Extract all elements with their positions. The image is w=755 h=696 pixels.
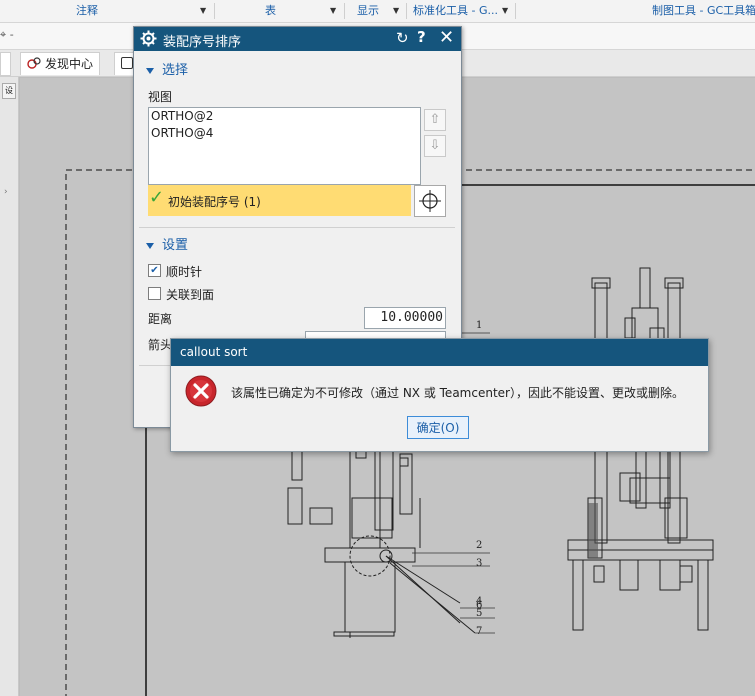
move-down-icon[interactable]: ⇩ (424, 135, 446, 157)
dialog-title: 装配序号排序 (163, 35, 242, 50)
ribbon-divider (344, 3, 345, 19)
collapse-triangle-icon (146, 67, 154, 74)
ribbon-annotation-dropdown-icon[interactable]: ▼ (200, 0, 206, 22)
tab-partial[interactable] (0, 52, 11, 76)
reset-icon[interactable]: ↻ (396, 29, 409, 47)
crosshair-icon (419, 190, 441, 212)
message-title-bar[interactable]: callout sort (171, 339, 708, 366)
ribbon-bar: 注释 ▼ 表 ▼ 显示 ▼ 标准化工具 - G... ▼ 制图工具 - GC工具… (0, 0, 755, 23)
resource-bar: 设 › (0, 77, 19, 696)
ok-button[interactable]: 确定(O) (407, 416, 469, 439)
dialog-title-bar[interactable]: 装配序号排序 ↻ ? ✕ (134, 27, 461, 51)
ribbon-divider (214, 3, 215, 19)
ribbon-divider (515, 3, 516, 19)
help-icon[interactable]: ? (417, 28, 426, 46)
error-icon (185, 375, 217, 410)
callout-number-3[interactable]: 3 (476, 558, 482, 569)
select-section-label: 选择 (162, 63, 189, 78)
callout-number-6[interactable]: 6 (476, 600, 482, 611)
collapse-triangle-icon (146, 242, 154, 249)
select-object-button[interactable] (414, 185, 446, 217)
tab-discovery-center[interactable]: 发现中心 (20, 52, 101, 75)
list-item[interactable]: ORTHO@4 (149, 125, 420, 142)
distance-value: 10.00000 (380, 310, 443, 325)
ribbon-table-dropdown-icon[interactable]: ▼ (330, 0, 336, 22)
ribbon-table[interactable]: 表 (265, 0, 276, 22)
initial-callout-label: 初始装配序号 (1) (168, 195, 261, 209)
callout-number-7[interactable]: 7 (476, 626, 482, 637)
initial-callout-selection[interactable]: ✓ 初始装配序号 (1) (148, 185, 411, 216)
clockwise-label: 顺时针 (166, 265, 203, 279)
check-icon: ✓ (149, 187, 165, 208)
drawing-tab-icon (121, 57, 133, 69)
message-text: 该属性已确定为不可修改（通过 NX 或 Teamcenter），因此不能设置、更… (231, 386, 684, 400)
distance-input[interactable]: 10.00000 (364, 307, 446, 329)
arrow-label: 箭头 (148, 338, 173, 352)
close-icon[interactable]: ✕ (439, 27, 454, 48)
settings-section-header[interactable]: 设置 (146, 234, 188, 253)
ribbon-standard-tools[interactable]: 标准化工具 - G... (413, 0, 498, 22)
settings-section-label: 设置 (162, 238, 189, 253)
ribbon-drafting-tools[interactable]: 制图工具 - GC工具箱 (652, 0, 755, 22)
discovery-icon (27, 55, 41, 69)
callout-number-1[interactable]: 1 (476, 320, 482, 331)
ribbon-divider (406, 3, 407, 19)
error-message-box: callout sort 该属性已确定为不可修改（通过 NX 或 Teamcen… (170, 338, 709, 452)
section-divider (139, 227, 455, 228)
tab-discovery-label: 发现中心 (45, 57, 94, 71)
move-up-icon[interactable]: ⇧ (424, 109, 446, 131)
distance-label: 距离 (148, 312, 173, 326)
gear-icon (140, 30, 157, 50)
ribbon-display[interactable]: 显示 (357, 0, 379, 22)
ribbon-standard-tools-dropdown-icon[interactable]: ▼ (502, 0, 508, 22)
message-title: callout sort (180, 345, 248, 359)
ribbon-display-dropdown-icon[interactable]: ▼ (393, 0, 399, 22)
callout-number-2[interactable]: 2 (476, 540, 482, 551)
list-item[interactable]: ORTHO@2 (149, 108, 420, 125)
select-section-header[interactable]: 选择 (146, 59, 188, 78)
toolbar-overflow-icon[interactable]: ⌖ - (0, 28, 14, 42)
resource-bar-button[interactable]: 设 (2, 83, 16, 99)
view-list[interactable]: ORTHO@2 ORTHO@4 (148, 107, 421, 185)
associate-to-face-label: 关联到面 (166, 288, 215, 302)
resource-bar-collapse-icon[interactable]: › (4, 187, 8, 197)
view-label: 视图 (148, 90, 173, 104)
ribbon-annotation[interactable]: 注释 (76, 0, 98, 22)
associate-to-face-checkbox[interactable] (148, 287, 161, 300)
clockwise-checkbox[interactable]: ✔ (148, 264, 161, 277)
